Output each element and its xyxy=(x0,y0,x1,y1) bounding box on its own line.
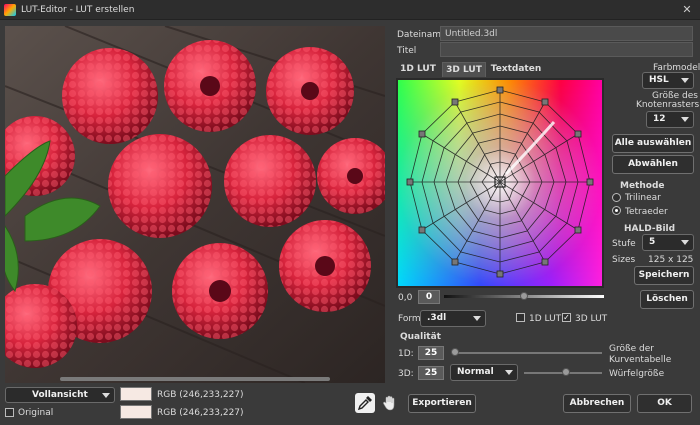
quality-1d-value[interactable]: 25 xyxy=(418,346,444,360)
wheel-slider-value[interactable]: 0 xyxy=(418,290,440,304)
color-model-select[interactable]: HSL xyxy=(642,72,694,89)
select-all-button[interactable]: Alle auswählen xyxy=(612,134,694,153)
lightness-slider-thumb[interactable] xyxy=(520,292,528,300)
quality-3d-value[interactable]: 25 xyxy=(418,366,444,380)
view-mode-value: Vollansicht xyxy=(32,390,88,400)
chevron-down-icon xyxy=(473,316,481,321)
quality-3d-mode-value: Normal xyxy=(457,367,494,377)
method-tetraeder-label: Tetraeder xyxy=(625,207,668,217)
method-title: Methode xyxy=(620,181,665,191)
quality-3d-thumb[interactable] xyxy=(562,368,570,376)
format-select-value: .3dl xyxy=(427,313,447,323)
hald-title: HALD-Bild xyxy=(624,224,676,234)
deselect-button[interactable]: Abwählen xyxy=(612,155,694,174)
title-input[interactable] xyxy=(440,42,693,57)
format-select[interactable]: .3dl xyxy=(420,310,486,327)
checkbox-1d-lut-label: 1D LUT xyxy=(529,314,562,324)
method-tetraeder-radio[interactable] xyxy=(612,206,621,215)
quality-title: Qualität xyxy=(400,332,441,342)
filename-input[interactable]: Untitled.3dl xyxy=(440,26,693,41)
method-trilinear-label: Trilinear xyxy=(625,193,661,203)
quality-3d-label: 3D: xyxy=(398,369,414,379)
hald-level-label: Stufe xyxy=(612,239,636,249)
quality-3d-mode-select[interactable]: Normal xyxy=(450,364,518,381)
original-label: Original xyxy=(18,408,54,418)
eyedropper-button[interactable] xyxy=(355,393,375,413)
delete-button[interactable]: Löschen xyxy=(640,290,694,309)
original-checkbox[interactable] xyxy=(5,408,14,417)
window-title: LUT-Editor - LUT erstellen xyxy=(21,5,135,15)
quality-1d-thumb[interactable] xyxy=(451,348,459,356)
tab-3d-lut[interactable]: 3D LUT xyxy=(442,62,486,77)
image-viewer[interactable] xyxy=(5,26,385,383)
close-button[interactable]: ✕ xyxy=(680,3,694,17)
quality-3d-desc: Würfelgröße xyxy=(609,369,665,379)
title-label: Titel xyxy=(397,46,417,56)
title-bar: LUT-Editor - LUT erstellen ✕ xyxy=(0,0,700,20)
chevron-down-icon xyxy=(505,370,513,375)
app-logo-icon xyxy=(4,4,16,16)
lut-editor-window: LUT-Editor - LUT erstellen ✕ Dateiname U… xyxy=(0,0,700,425)
grid-size-select[interactable]: 12 xyxy=(646,111,694,128)
hald-sizes-label: Sizes xyxy=(612,255,636,265)
raspberries-photo xyxy=(5,26,385,383)
grid-size-value: 12 xyxy=(653,114,666,124)
method-trilinear-radio[interactable] xyxy=(612,193,621,202)
rgb-readout-1: RGB (246,233,227) xyxy=(157,390,244,400)
quality-1d-desc-line1: Größe der xyxy=(609,344,654,354)
export-button[interactable]: Exportieren xyxy=(408,394,476,413)
chevron-down-icon xyxy=(102,393,110,398)
cancel-button[interactable]: Abbrechen xyxy=(563,394,631,413)
checkbox-1d-lut[interactable] xyxy=(516,313,525,322)
color-swatch-1 xyxy=(120,387,152,401)
lut-color-wheel-panel[interactable] xyxy=(396,78,604,288)
chevron-down-icon xyxy=(681,78,689,83)
wheel-slider-min-label: 0,0 xyxy=(398,293,413,303)
quality-1d-track[interactable] xyxy=(452,352,602,354)
quality-1d-label: 1D: xyxy=(398,349,414,359)
hald-sizes-value: 125 x 125 xyxy=(648,255,694,265)
hald-level-select[interactable]: 5 xyxy=(642,234,694,251)
grid-size-label-line2: Knotenrasters xyxy=(636,100,700,110)
viewer-horizontal-scrollbar[interactable] xyxy=(60,377,330,381)
color-model-value: HSL xyxy=(649,75,669,85)
color-swatch-2 xyxy=(120,405,152,419)
tab-1d-lut[interactable]: 1D LUT xyxy=(398,62,438,77)
hsl-color-wheel[interactable] xyxy=(396,78,604,288)
checkbox-3d-lut[interactable]: ✓ xyxy=(562,313,571,322)
hand-icon xyxy=(383,395,395,411)
checkbox-3d-lut-label: 3D LUT xyxy=(575,314,608,324)
rgb-readout-2: RGB (246,233,227) xyxy=(157,408,244,418)
hald-level-value: 5 xyxy=(649,237,656,247)
chevron-down-icon xyxy=(681,240,689,245)
quality-1d-desc-line2: Kurventabelle xyxy=(609,355,672,365)
save-hald-button[interactable]: Speichern xyxy=(634,266,694,285)
hand-tool-button[interactable] xyxy=(380,393,400,413)
tab-textdaten[interactable]: Textdaten xyxy=(490,62,542,77)
view-mode-select[interactable]: Vollansicht xyxy=(5,387,115,403)
ok-button[interactable]: OK xyxy=(637,394,692,413)
chevron-down-icon xyxy=(681,117,689,122)
eyedropper-icon xyxy=(357,396,372,411)
